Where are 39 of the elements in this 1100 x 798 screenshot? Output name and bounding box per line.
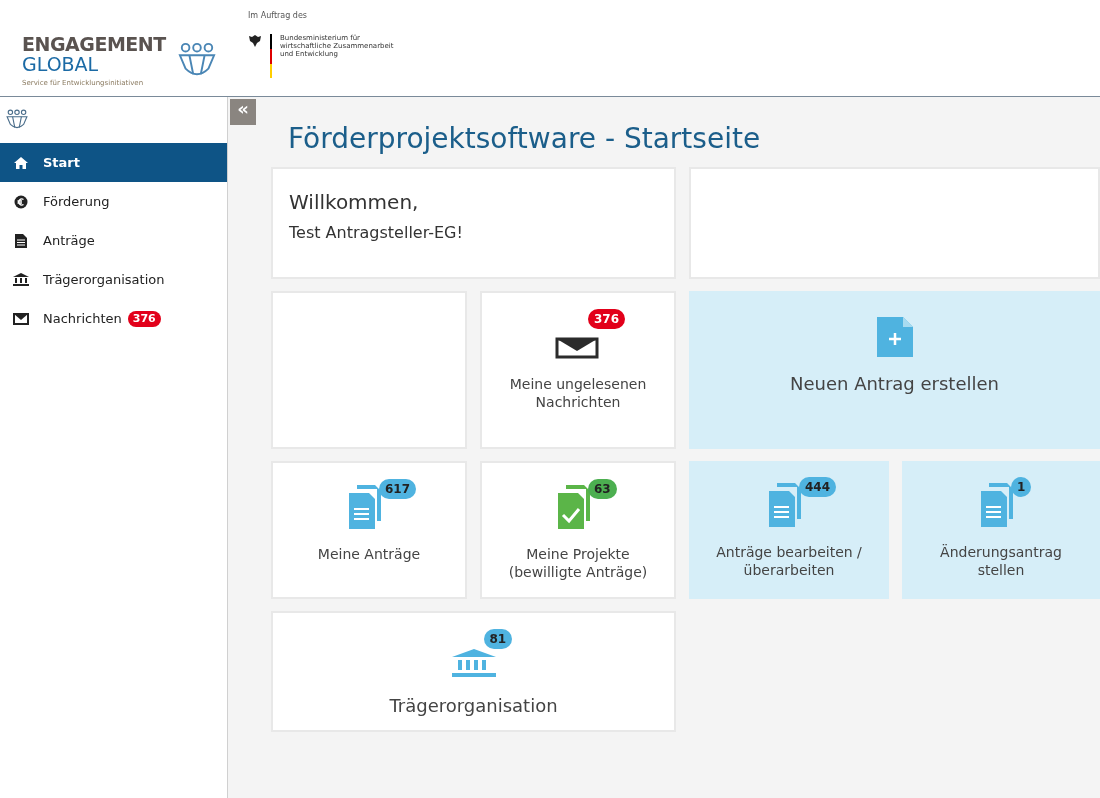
bank-building-icon	[449, 647, 498, 679]
navigation-tile[interactable]: 81 Trägerorganisation	[271, 611, 676, 732]
tile-label: Meine Projekte (bewilligte Anträge)	[507, 545, 649, 581]
tile-label: Meine Anträge	[316, 545, 422, 563]
eagle-emblem-icon	[248, 34, 262, 48]
navigation-tile[interactable]: 617 Meine Anträge	[271, 461, 467, 599]
collapse-sidebar-button[interactable]: «	[230, 99, 256, 125]
count-badge: 617	[379, 479, 417, 499]
tile-label: Änderungsantrag stellen	[939, 543, 1063, 579]
unread-count-badge: 376	[127, 310, 161, 327]
tile-label: Neuen Antrag erstellen	[789, 375, 1000, 393]
bank-building-icon	[13, 272, 29, 287]
count-badge: 63	[588, 479, 617, 499]
tile-label: Meine ungelesenen Nachrichten	[508, 375, 648, 411]
navigation-tile[interactable]: Neuen Antrag erstellen	[689, 291, 1100, 449]
navigation-tile[interactable]: 444 Anträge bearbeiten / überarbeiten	[689, 461, 889, 599]
welcome-greeting: Willkommen,	[289, 189, 420, 216]
sidebar-item[interactable]: Start	[0, 143, 227, 182]
count-badge: 444	[799, 477, 837, 497]
tile-label: Trägerorganisation	[388, 697, 559, 715]
navigation-tile[interactable]: 63 Meine Projekte (bewilligte Anträge)	[480, 461, 676, 599]
count-badge: 81	[483, 629, 513, 649]
logo-title: ENGAGEMENT	[22, 34, 166, 54]
page-title: Förderprojektsoftware - Startseite	[288, 121, 762, 157]
envelope-icon	[13, 312, 29, 325]
navigation-tile[interactable]: 376 Meine ungelesenen Nachrichten	[480, 291, 676, 449]
home-icon	[13, 155, 29, 170]
flag-stripe-icon	[270, 34, 272, 78]
euro-icon	[13, 194, 29, 209]
count-badge: 1	[1011, 477, 1032, 497]
user-name: Test Antragsteller-EG!	[289, 222, 464, 244]
commission-label: Im Auftrag des	[248, 10, 309, 22]
navigation-tile[interactable]: 1 Änderungsantrag stellen	[902, 461, 1100, 599]
document-icon	[13, 233, 29, 248]
count-badge: 376	[588, 309, 626, 329]
add-document-icon	[876, 317, 913, 357]
logo-subtitle: GLOBAL	[22, 54, 100, 74]
tile-label: Anträge bearbeiten / überarbeiten	[715, 543, 863, 579]
people-icon	[6, 109, 28, 131]
